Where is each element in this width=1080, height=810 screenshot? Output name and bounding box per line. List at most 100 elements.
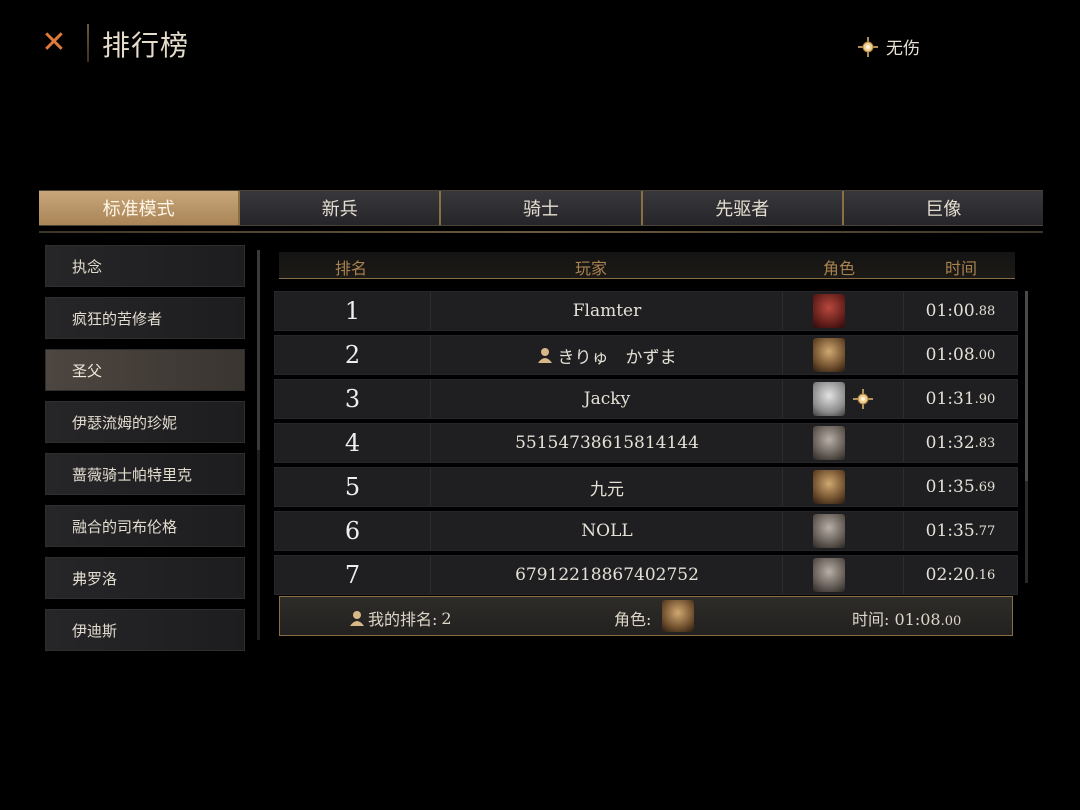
sun-icon: [858, 36, 878, 57]
character-portrait: [813, 294, 845, 328]
rank-cell: 7: [344, 561, 361, 589]
player-cell: 九元: [430, 468, 783, 506]
time-ms: .90: [974, 391, 996, 407]
time-ms: .77: [974, 523, 996, 539]
time-ms: .16: [974, 567, 996, 583]
tab-recruit[interactable]: 新兵: [238, 191, 440, 225]
rank-cell: 1: [344, 297, 361, 325]
self-player-icon: [350, 611, 364, 626]
time-cell: 02:20.16: [902, 556, 1019, 594]
time-ms: .88: [974, 303, 996, 319]
player-cell: 67912218867402752: [430, 556, 783, 594]
time-cell: 01:08.00: [902, 336, 1019, 374]
character-portrait: [813, 558, 845, 592]
time-value: 01:00: [925, 301, 975, 321]
column-header-player: 玩家: [574, 259, 608, 278]
leaderboard-header: 排名 玩家 角色 时间: [279, 252, 1015, 279]
player-name: Jacky: [583, 389, 631, 409]
column-header-role: 角色: [822, 259, 856, 278]
character-portrait: [813, 338, 845, 372]
time-cell: 01:35.69: [902, 468, 1019, 506]
role-cell: [782, 556, 904, 594]
rank-cell: 6: [344, 517, 361, 545]
title-divider: [87, 24, 89, 62]
table-row[interactable]: 4 55154738615814144 01:32.83: [274, 423, 1018, 463]
sidebar-item-boss[interactable]: 蔷薇骑士帕特里克: [45, 453, 245, 495]
sidebar-item-boss[interactable]: 伊迪斯: [45, 609, 245, 651]
time-cell: 01:32.83: [902, 424, 1019, 462]
time-value: 02:20: [925, 565, 975, 585]
player-name: 55154738615814144: [515, 433, 699, 453]
player-name: 67912218867402752: [515, 565, 699, 585]
my-role-label: 角色:: [614, 610, 652, 629]
character-portrait: [662, 600, 694, 632]
time-value: 01:31: [925, 389, 975, 409]
tab-standard[interactable]: 标准模式: [39, 191, 239, 225]
role-cell: [782, 380, 904, 418]
table-row[interactable]: 3 Jacky 01:31.90: [274, 379, 1018, 419]
page-title: 排行榜: [102, 29, 190, 62]
time-cell: 01:00.88: [902, 292, 1019, 330]
player-name: NOLL: [581, 521, 633, 541]
time-cell: 01:35.77: [902, 512, 1019, 550]
sidebar-item-boss[interactable]: 疯狂的苦修者: [45, 297, 245, 339]
sidebar-item-boss[interactable]: 融合的司布伦格: [45, 505, 245, 547]
time-cell: 01:31.90: [902, 380, 1019, 418]
my-rank-value: 2: [441, 608, 452, 628]
rank-cell: 3: [344, 385, 361, 413]
player-cell: 55154738615814144: [430, 424, 783, 462]
role-cell: [782, 336, 904, 374]
my-time-value: 01:08: [894, 610, 941, 629]
table-row[interactable]: 2 きりゅ かずま 01:08.00: [274, 335, 1018, 375]
difficulty-tabs: 标准模式 新兵 骑士 先驱者 巨像: [39, 190, 1044, 226]
table-row[interactable]: 6 NOLL 01:35.77: [274, 511, 1018, 551]
time-value: 01:35: [925, 521, 975, 541]
my-time-ms: .00: [940, 614, 962, 629]
sun-icon: [853, 389, 873, 409]
self-player-icon: [537, 348, 552, 363]
character-portrait: [813, 514, 845, 548]
character-portrait: [813, 426, 845, 460]
table-row[interactable]: 1 Flamter 01:00.88: [274, 291, 1018, 331]
rank-cell: 4: [344, 429, 361, 457]
my-rank-bar: 我的排名: 2 角色: 时间: 01:08.00: [279, 596, 1013, 636]
mode-label: 无伤: [886, 39, 920, 59]
role-cell: [782, 468, 904, 506]
time-value: 01:08: [925, 345, 975, 365]
tab-knight[interactable]: 骑士: [439, 191, 641, 225]
rank-cell: 2: [344, 341, 361, 369]
close-icon[interactable]: ✕: [38, 25, 70, 60]
my-rank-label: 我的排名:: [368, 610, 438, 629]
my-rank-label-group: 我的排名: 2: [350, 606, 452, 630]
player-cell: Flamter: [430, 292, 783, 330]
table-row[interactable]: 5 九元 01:35.69: [274, 467, 1018, 507]
role-cell: [782, 424, 904, 462]
sidebar-item-boss[interactable]: 伊瑟流姆的珍妮: [45, 401, 245, 443]
tab-pioneer[interactable]: 先驱者: [640, 191, 842, 225]
time-ms: .00: [974, 347, 996, 363]
sidebar-item-boss[interactable]: 弗罗洛: [45, 557, 245, 599]
column-header-rank: 排名: [334, 259, 368, 278]
leaderboard-scrollbar[interactable]: [1025, 291, 1028, 583]
time-value: 01:32: [925, 433, 975, 453]
role-cell: [782, 512, 904, 550]
tab-colossus[interactable]: 巨像: [841, 191, 1044, 225]
my-time-label: 时间:: [852, 610, 890, 629]
sidebar-item-boss[interactable]: 执念: [45, 245, 245, 287]
no-damage-filter[interactable]: 无伤: [858, 34, 920, 59]
leaderboard-rows: 1 Flamter 01:00.88 2 きりゅ かずま 01:08.00 3 …: [274, 291, 1018, 599]
player-cell: きりゅ かずま: [430, 336, 783, 374]
time-value: 01:35: [925, 477, 975, 497]
player-name: 九元: [590, 479, 624, 500]
player-name: きりゅ かずま: [557, 347, 677, 368]
player-cell: Jacky: [430, 380, 783, 418]
my-time: 时间: 01:08.00: [852, 606, 961, 630]
table-row[interactable]: 7 67912218867402752 02:20.16: [274, 555, 1018, 595]
boss-list: 执念 疯狂的苦修者 圣父 伊瑟流姆的珍妮 蔷薇骑士帕特里克 融合的司布伦格 弗罗…: [45, 245, 245, 661]
column-header-time: 时间: [944, 259, 978, 278]
character-portrait: [813, 382, 845, 416]
character-portrait: [813, 470, 845, 504]
tabs-divider: [39, 231, 1043, 233]
sidebar-item-boss[interactable]: 圣父: [45, 349, 245, 391]
sidebar-scrollbar[interactable]: [257, 250, 260, 640]
